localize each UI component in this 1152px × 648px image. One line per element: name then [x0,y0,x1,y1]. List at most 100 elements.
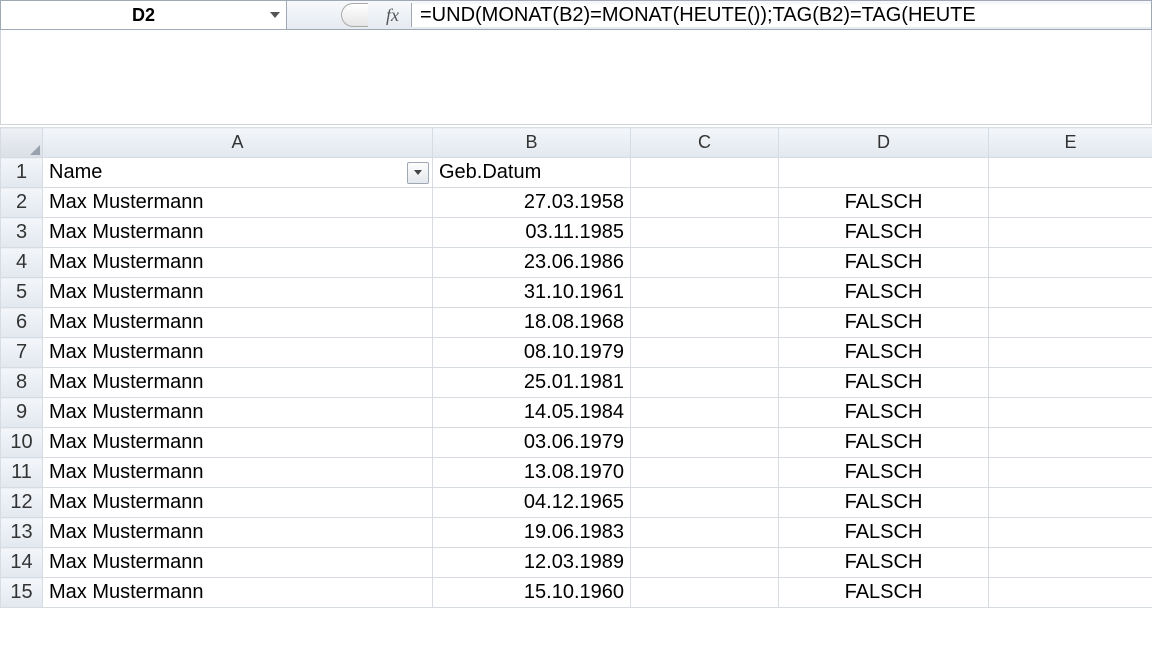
cell-B[interactable]: 27.03.1958 [433,188,631,218]
row-header[interactable]: 7 [1,338,43,368]
cell-C[interactable] [631,428,779,458]
cell-E[interactable] [989,548,1152,578]
row-header[interactable]: 4 [1,248,43,278]
cell-E[interactable] [989,488,1152,518]
cell-A[interactable]: Max Mustermann [43,488,433,518]
cell-C[interactable] [631,308,779,338]
cell-B[interactable]: 03.11.1985 [433,218,631,248]
cell-E[interactable] [989,248,1152,278]
cell-A1[interactable]: Name [43,158,433,188]
cell-B[interactable]: 13.08.1970 [433,458,631,488]
name-box[interactable]: D2 [1,1,287,29]
cell-E[interactable] [989,308,1152,338]
cell-D[interactable]: FALSCH [779,338,989,368]
row-header[interactable]: 11 [1,458,43,488]
cell-B[interactable]: 04.12.1965 [433,488,631,518]
cell-A[interactable]: Max Mustermann [43,278,433,308]
cell-D[interactable]: FALSCH [779,428,989,458]
chevron-down-icon[interactable] [270,12,280,18]
row-header[interactable]: 5 [1,278,43,308]
row-header[interactable]: 12 [1,488,43,518]
cell-C[interactable] [631,218,779,248]
cell-A[interactable]: Max Mustermann [43,308,433,338]
filter-button[interactable] [407,162,429,184]
cell-D[interactable]: FALSCH [779,278,989,308]
cell-B[interactable]: 08.10.1979 [433,338,631,368]
cell-D1[interactable] [779,158,989,188]
cell-A[interactable]: Max Mustermann [43,548,433,578]
cell-D[interactable]: FALSCH [779,188,989,218]
cell-D[interactable]: FALSCH [779,218,989,248]
row-header[interactable]: 8 [1,368,43,398]
cell-A[interactable]: Max Mustermann [43,458,433,488]
row-header[interactable]: 3 [1,218,43,248]
cell-B[interactable]: 25.01.1981 [433,368,631,398]
cell-B[interactable]: 23.06.1986 [433,248,631,278]
cell-E[interactable] [989,338,1152,368]
cell-B[interactable]: 12.03.1989 [433,548,631,578]
cell-C[interactable] [631,338,779,368]
select-all-corner[interactable] [1,128,43,158]
column-header-D[interactable]: D [779,128,989,158]
cell-E[interactable] [989,368,1152,398]
cell-B[interactable]: 31.10.1961 [433,278,631,308]
row-header[interactable]: 1 [1,158,43,188]
column-header-E[interactable]: E [989,128,1152,158]
cell-A[interactable]: Max Mustermann [43,218,433,248]
column-header-B[interactable]: B [433,128,631,158]
cell-C[interactable] [631,368,779,398]
cell-C[interactable] [631,518,779,548]
cell-C[interactable] [631,278,779,308]
cell-E[interactable] [989,278,1152,308]
row-header[interactable]: 2 [1,188,43,218]
cell-C[interactable] [631,248,779,278]
row-header[interactable]: 6 [1,308,43,338]
cell-D[interactable]: FALSCH [779,548,989,578]
cell-C[interactable] [631,548,779,578]
cell-C[interactable] [631,188,779,218]
cell-E[interactable] [989,428,1152,458]
cell-A[interactable]: Max Mustermann [43,518,433,548]
cell-B[interactable]: 14.05.1984 [433,398,631,428]
formula-input[interactable]: =UND(MONAT(B2)=MONAT(HEUTE());TAG(B2)=TA… [412,4,1151,27]
column-header-A[interactable]: A [43,128,433,158]
row-header[interactable]: 15 [1,578,43,608]
cell-B[interactable]: 18.08.1968 [433,308,631,338]
cell-D[interactable]: FALSCH [779,398,989,428]
cell-D[interactable]: FALSCH [779,248,989,278]
cell-E[interactable] [989,458,1152,488]
cell-D[interactable]: FALSCH [779,458,989,488]
cell-C[interactable] [631,488,779,518]
cell-A[interactable]: Max Mustermann [43,578,433,608]
cell-D[interactable]: FALSCH [779,518,989,548]
cell-A[interactable]: Max Mustermann [43,368,433,398]
cell-A[interactable]: Max Mustermann [43,398,433,428]
cell-A[interactable]: Max Mustermann [43,338,433,368]
cell-C1[interactable] [631,158,779,188]
insert-function-button[interactable]: fx [287,3,412,27]
cell-B[interactable]: 19.06.1983 [433,518,631,548]
cell-D[interactable]: FALSCH [779,578,989,608]
cell-E[interactable] [989,398,1152,428]
row-header[interactable]: 13 [1,518,43,548]
cell-A[interactable]: Max Mustermann [43,188,433,218]
cell-D[interactable]: FALSCH [779,488,989,518]
cell-E[interactable] [989,578,1152,608]
cell-B[interactable]: 15.10.1960 [433,578,631,608]
column-header-C[interactable]: C [631,128,779,158]
cell-C[interactable] [631,458,779,488]
cell-B[interactable]: 03.06.1979 [433,428,631,458]
cell-A[interactable]: Max Mustermann [43,428,433,458]
cell-D[interactable]: FALSCH [779,368,989,398]
row-header[interactable]: 14 [1,548,43,578]
cell-B1[interactable]: Geb.Datum [433,158,631,188]
cell-C[interactable] [631,578,779,608]
cell-E[interactable] [989,518,1152,548]
cell-E1[interactable] [989,158,1152,188]
cell-D[interactable]: FALSCH [779,308,989,338]
cell-A[interactable]: Max Mustermann [43,248,433,278]
row-header[interactable]: 9 [1,398,43,428]
cell-E[interactable] [989,218,1152,248]
cell-C[interactable] [631,398,779,428]
row-header[interactable]: 10 [1,428,43,458]
